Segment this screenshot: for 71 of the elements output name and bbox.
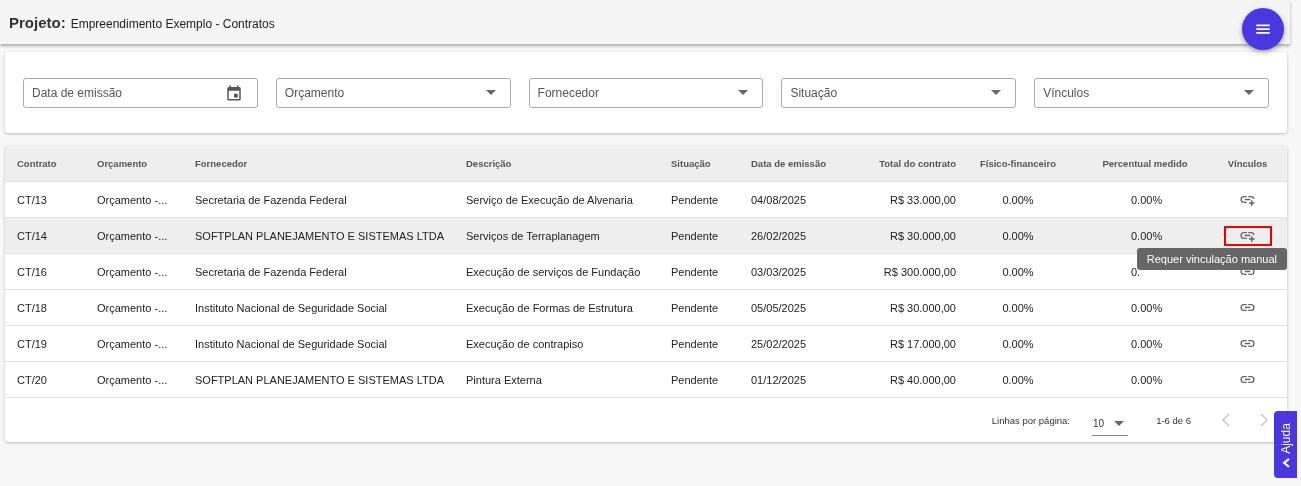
table-cell: SOFTPLAN PLANEJAMENTO E SISTEMAS LTDA <box>195 229 444 242</box>
help-tab[interactable]: Ajuda <box>1274 411 1297 478</box>
table-cell: 0.00% <box>1131 193 1163 206</box>
table-cell: Pendente <box>671 301 719 314</box>
table-cell: CT/18 <box>17 301 47 314</box>
rows-per-page-select[interactable]: 10 <box>1092 411 1129 436</box>
column-header: Data de emissão <box>751 158 826 169</box>
table-cell: Orçamento -... <box>97 337 168 350</box>
select-field[interactable]: Vínculos <box>1034 77 1269 108</box>
table-cell: 0.00% <box>1002 301 1034 314</box>
project-label: Projeto: <box>9 13 66 31</box>
table-cell: 25/02/2025 <box>751 337 807 350</box>
table-cell: 01/12/2025 <box>751 373 807 386</box>
column-header: Percentual medido <box>1102 158 1188 169</box>
select-field[interactable]: Fornecedor <box>528 77 764 108</box>
table-cell: Orçamento -... <box>97 193 168 206</box>
table-cell: 0.00% <box>1002 337 1034 350</box>
table-row[interactable]: CT/18 Orçamento -... Instituto Nacional de Seguridade Social Execução de Formas de Estrutura Pendente 05/05/2025 R$ 30.000,00 0.00% 0.00% <box>5 289 1287 326</box>
table-cell: 0.00% <box>1131 301 1163 314</box>
table-cell: 0.00% <box>1131 337 1163 350</box>
table-cell: Secretaria de Fazenda Federal <box>195 193 347 206</box>
table-cell: 26/02/2025 <box>751 229 807 242</box>
table-cell: 05/05/2025 <box>751 301 807 314</box>
rows-per-page-label: Linhas por página: <box>991 414 1070 426</box>
table-cell: 0.00% <box>1002 193 1034 206</box>
table-cell: CT/20 <box>17 373 47 386</box>
table-cell: Instituto Nacional de Seguridade Social <box>195 337 387 350</box>
table-cell: R$ 30.000,00 <box>889 229 956 242</box>
table-cell: CT/14 <box>17 229 47 242</box>
table-cell: Serviço de Execução de Alvenaria <box>466 193 633 206</box>
column-header: Fornecedor <box>195 158 248 169</box>
table-cell: Serviços de Terraplanagem <box>466 229 600 242</box>
column-header: Descrição <box>466 158 512 169</box>
column-header: Contrato <box>17 158 57 169</box>
select-field[interactable]: Orçamento <box>275 77 511 108</box>
table-cell: Orçamento -... <box>97 373 168 386</box>
table-cell: CT/13 <box>17 193 47 206</box>
column-header: Orçamento <box>97 158 148 169</box>
column-header: Situação <box>671 158 711 169</box>
table-cell: Pendente <box>671 373 719 386</box>
column-header: Físico-financeiro <box>980 158 1056 169</box>
table-cell: 0.00% <box>1002 229 1034 242</box>
table-cell: R$ 17.000,00 <box>889 337 956 350</box>
table-cell: Orçamento -... <box>97 301 168 314</box>
table-row[interactable]: CT/20 Orçamento -... SOFTPLAN PLANEJAMENTO E SISTEMAS LTDA Pintura Externa Pendente 01/12/2025 R$ 40.000,00 0.00% 0.00% <box>5 361 1287 398</box>
table-cell: R$ 33.000,00 <box>889 193 956 206</box>
table-cell: R$ 40.000,00 <box>889 373 956 386</box>
date-field[interactable]: Data de emissão <box>23 77 258 108</box>
select-field[interactable]: Situação <box>781 77 1017 108</box>
table-cell: 0.00% <box>1131 373 1163 386</box>
table-cell: Pintura Externa <box>466 373 542 386</box>
table-cell: 0.00% <box>1131 229 1163 242</box>
table-row[interactable]: CT/19 Orçamento -... Instituto Nacional de Seguridade Social Execução de contrapiso Pendente 25/02/2025 R$ 17.000,00 0.00% 0.00% <box>5 325 1287 362</box>
table-cell: 04/08/2025 <box>751 193 807 206</box>
table-cell: Execução de contrapiso <box>466 337 584 350</box>
table-cell: Instituto Nacional de Seguridade Social <box>195 301 387 314</box>
table-cell: 0.00% <box>1002 373 1034 386</box>
table-cell: Execução de Formas de Estrutura <box>466 301 633 314</box>
column-header: Total do contrato <box>879 158 956 169</box>
table-cell: Pendente <box>671 229 719 242</box>
table-cell: CT/19 <box>17 337 47 350</box>
table-cell: R$ 30.000,00 <box>889 301 956 314</box>
project-title: Empreendimento Exemplo - Contratos <box>70 16 275 31</box>
table-cell: Orçamento -... <box>97 229 168 242</box>
page-range: 1-6 de 6 <box>1156 414 1191 426</box>
column-header: Vínculos <box>1227 158 1268 169</box>
table-cell: Pendente <box>671 193 719 206</box>
tooltip: Requer vinculação manual <box>1136 248 1287 270</box>
table-row[interactable]: CT/13 Orçamento -... Secretaria de Fazenda Federal Serviço de Execução de Alvenaria Pendente 04/08/2025 R$ 33.000,00 0.00% 0.00% <box>5 181 1287 218</box>
table-cell: Pendente <box>671 337 719 350</box>
table-cell: SOFTPLAN PLANEJAMENTO E SISTEMAS LTDA <box>195 373 444 386</box>
